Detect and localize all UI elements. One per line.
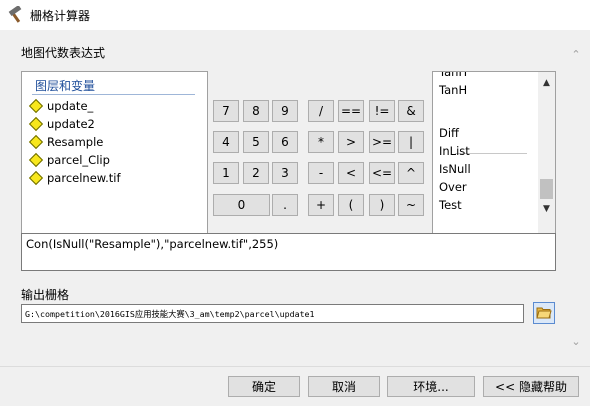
key-equal[interactable]: == xyxy=(338,100,364,122)
key-minus[interactable]: - xyxy=(308,162,334,184)
func-item-test[interactable]: Test xyxy=(439,198,462,212)
group-divider xyxy=(32,94,195,95)
ok-button[interactable]: 确定 xyxy=(228,376,300,397)
folder-open-icon xyxy=(536,305,552,322)
layer-item-resample[interactable]: Resample xyxy=(28,133,103,151)
environments-button[interactable]: 环境... xyxy=(387,376,475,397)
key-less[interactable]: < xyxy=(338,162,364,184)
output-path-input[interactable]: G:\competition\2016GIS应用技能大赛\3_am\temp2\… xyxy=(21,304,524,323)
func-item-tanh-partial[interactable]: TanH xyxy=(439,72,467,79)
key-7[interactable]: 7 xyxy=(213,100,239,122)
layer-label: parcelnew.tif xyxy=(47,171,121,185)
layer-item-parcelnew-tif[interactable]: parcelnew.tif xyxy=(28,169,121,187)
functions-list[interactable]: TanH TanH Diff InList IsNull Over Test ▲… xyxy=(432,71,556,248)
func-item-inlist[interactable]: InList xyxy=(439,144,470,158)
raster-layer-icon xyxy=(28,98,44,114)
func-item-tanh[interactable]: TanH xyxy=(439,83,467,97)
expression-section-label: 地图代数表达式 xyxy=(21,46,106,60)
layer-label: parcel_Clip xyxy=(47,153,110,167)
key-not[interactable]: ~ xyxy=(398,194,424,216)
key-open-paren[interactable]: ( xyxy=(338,194,364,216)
layers-list[interactable]: 图层和变量 update_ update2 Resample parcel_Cl… xyxy=(21,71,208,248)
hammer-icon xyxy=(7,5,25,24)
key-6[interactable]: 6 xyxy=(272,131,298,153)
raster-layer-icon xyxy=(28,116,44,132)
functions-scrollbar[interactable]: ▲ ▼ xyxy=(538,72,555,247)
key-4[interactable]: 4 xyxy=(213,131,239,153)
layer-item-update2[interactable]: update2 xyxy=(28,115,95,133)
layer-label: Resample xyxy=(47,135,104,149)
key-close-paren[interactable]: ) xyxy=(369,194,395,216)
output-raster-label: 输出栅格 xyxy=(21,288,70,302)
key-3[interactable]: 3 xyxy=(272,162,298,184)
window-title: 栅格计算器 xyxy=(30,9,91,23)
chevron-down-icon[interactable]: ▼ xyxy=(538,200,555,217)
layer-item-parcel-clip[interactable]: parcel_Clip xyxy=(28,151,110,169)
key-greater-equal[interactable]: >= xyxy=(369,131,395,153)
key-plus[interactable]: + xyxy=(308,194,334,216)
key-5[interactable]: 5 xyxy=(243,131,269,153)
layer-item-update-underscore[interactable]: update_ xyxy=(28,97,93,115)
key-decimal[interactable]: . xyxy=(272,194,298,216)
key-1[interactable]: 1 xyxy=(213,162,239,184)
key-xor[interactable]: ^ xyxy=(398,162,424,184)
key-and[interactable]: & xyxy=(398,100,424,122)
key-multiply[interactable]: * xyxy=(308,131,334,153)
key-divide[interactable]: / xyxy=(308,100,334,122)
dialog-content: 地图代数表达式 ⌃ 图层和变量 update_ update2 Resample… xyxy=(0,30,590,366)
key-0[interactable]: 0 xyxy=(213,194,270,216)
dialog-footer: 确定 取消 环境... << 隐藏帮助 xyxy=(0,366,590,406)
key-greater[interactable]: > xyxy=(338,131,364,153)
func-item-diff[interactable]: Diff xyxy=(439,126,459,140)
scrollbar-thumb[interactable] xyxy=(540,179,553,199)
raster-layer-icon xyxy=(28,152,44,168)
key-or[interactable]: | xyxy=(398,131,424,153)
browse-button[interactable] xyxy=(533,302,555,324)
scroll-up-icon[interactable]: ⌃ xyxy=(568,46,584,62)
raster-layer-icon xyxy=(28,134,44,150)
expression-input[interactable]: Con(IsNull("Resample"),"parcelnew.tif",2… xyxy=(21,233,556,271)
key-less-equal[interactable]: <= xyxy=(369,162,395,184)
hide-help-button[interactable]: << 隐藏帮助 xyxy=(483,376,579,397)
title-bar: 栅格计算器 xyxy=(0,0,590,30)
raster-layer-icon xyxy=(28,170,44,186)
layers-group-header: 图层和变量 xyxy=(35,79,96,93)
key-8[interactable]: 8 xyxy=(243,100,269,122)
key-2[interactable]: 2 xyxy=(243,162,269,184)
key-9[interactable]: 9 xyxy=(272,100,298,122)
cancel-button[interactable]: 取消 xyxy=(308,376,380,397)
func-item-isnull[interactable]: IsNull xyxy=(439,162,471,176)
scroll-down-icon[interactable]: ⌄ xyxy=(568,333,584,349)
key-not-equal[interactable]: != xyxy=(369,100,395,122)
layer-label: update_ xyxy=(47,99,94,113)
func-item-over[interactable]: Over xyxy=(439,180,467,194)
chevron-up-icon[interactable]: ▲ xyxy=(538,74,555,91)
layer-label: update2 xyxy=(47,117,95,131)
